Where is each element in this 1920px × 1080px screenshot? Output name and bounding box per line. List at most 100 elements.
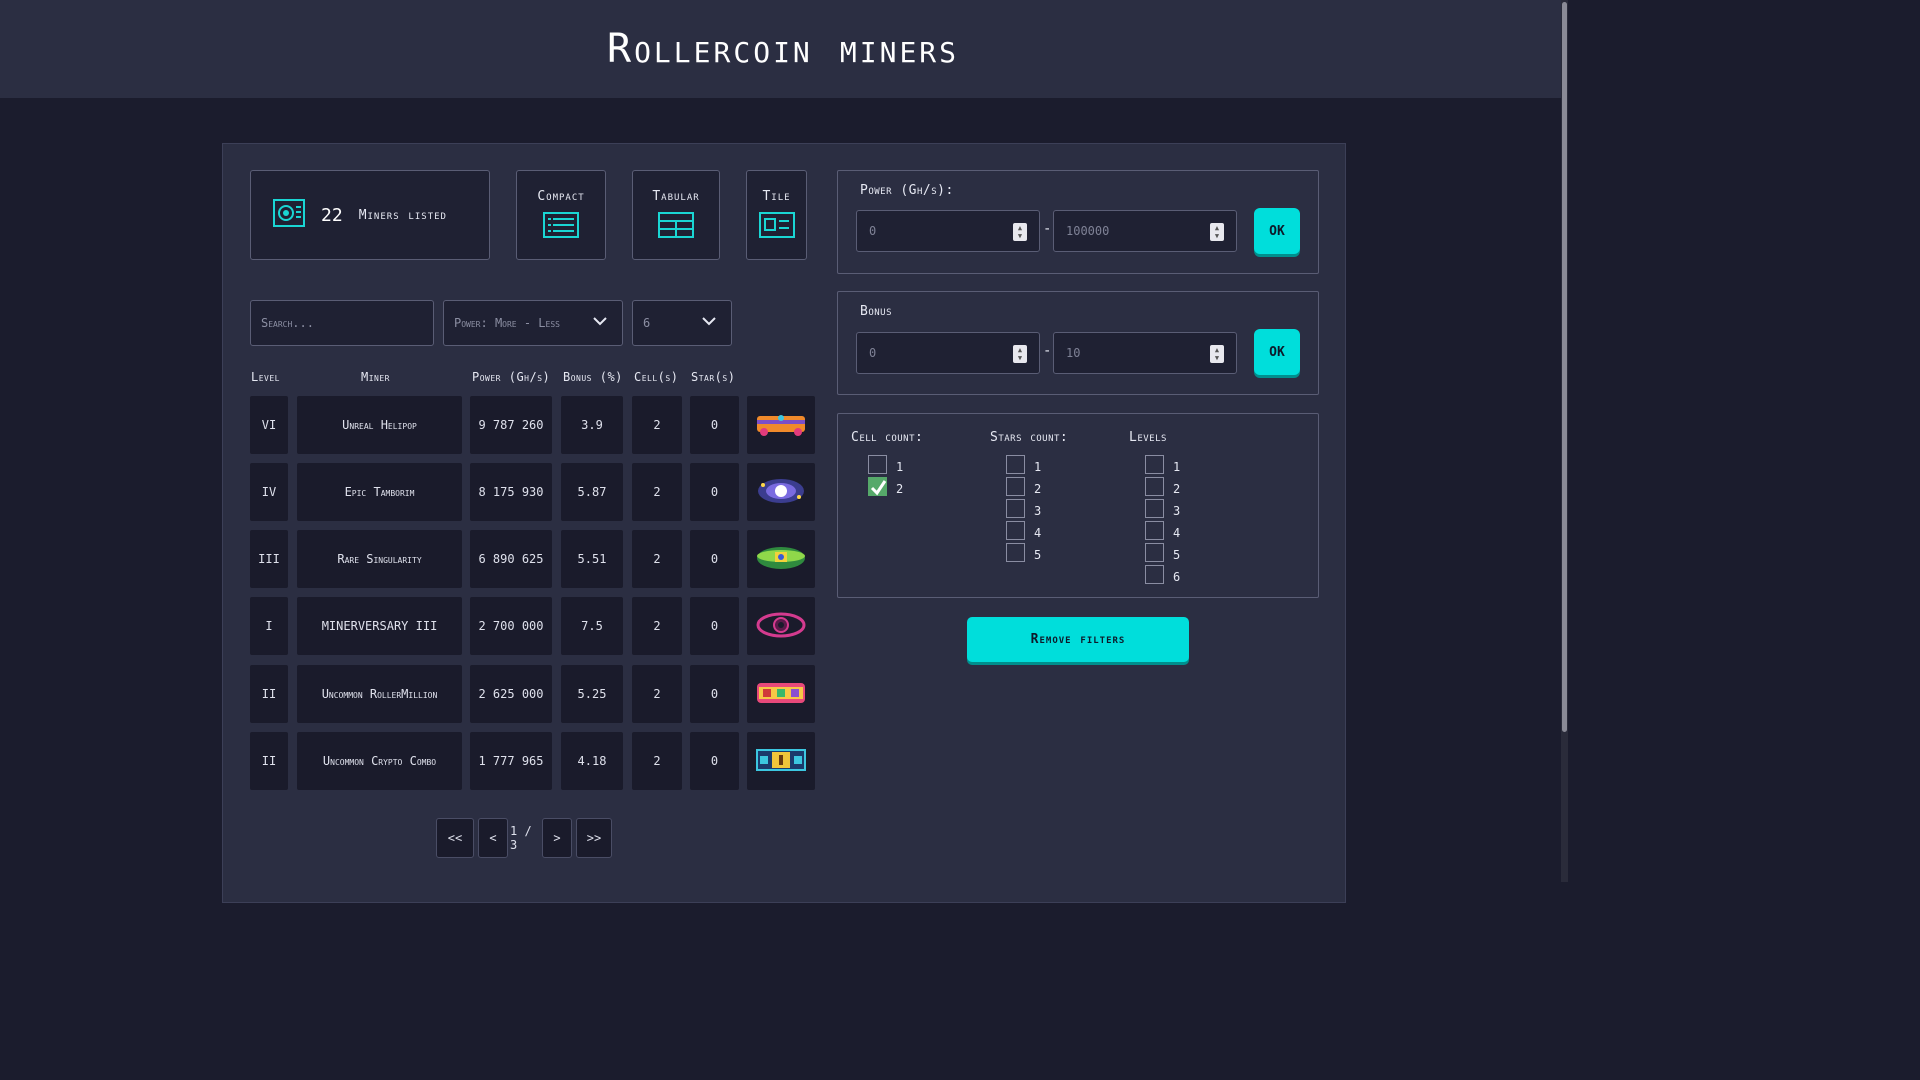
stars-count-checkbox-1[interactable] [1006,455,1025,474]
spinner-icon[interactable]: ▲ ▼ [1013,223,1027,241]
cell-bonus: 3.9 [561,396,623,454]
stars-count-label-5: 5 [1034,548,1042,562]
cell-power: 1 777 965 [470,732,552,790]
range-separator: - [1043,221,1052,237]
stars-count-label-2: 2 [1034,482,1042,496]
level-label-3: 3 [1173,504,1181,518]
power-filter-title: Power (Gh/s): [860,183,954,198]
col-header-cells: Cell(s) [634,370,679,384]
tile-icon [758,211,795,242]
helipop-icon [757,415,805,436]
last-page-button[interactable]: >> [576,818,612,858]
cell-image [747,665,815,723]
list-icon [543,211,579,242]
view-compact-button[interactable]: Compact [516,170,606,260]
remove-filters-button[interactable]: Remove filters [967,617,1189,662]
first-page-button[interactable]: << [436,818,474,858]
range-separator: - [1043,343,1052,359]
cell-cells: 2 [632,597,682,655]
check-icon [870,480,887,496]
power-max-input[interactable]: 100000 ▲ ▼ [1053,210,1237,252]
stars-count-label-4: 4 [1034,526,1042,540]
page-title: Rollercoin miners [606,26,960,72]
page-scrollbar[interactable] [1561,0,1568,882]
search-input[interactable]: Search... [250,300,434,346]
cell-bonus: 7.5 [561,597,623,655]
cell-count-label-2: 2 [896,482,904,496]
search-placeholder: Search... [261,316,314,330]
level-checkbox-4[interactable] [1145,521,1164,540]
cell-cells: 2 [632,463,682,521]
stars-count-checkbox-5[interactable] [1006,543,1025,562]
cell-miner: Epic Tamborim [297,463,462,521]
level-checkbox-5[interactable] [1145,543,1164,562]
cell-stars: 0 [690,463,739,521]
per-page-select[interactable]: 6 [632,300,732,346]
power-min-value: 0 [869,224,877,238]
cell-bonus: 5.51 [561,530,623,588]
cell-count-checkbox-2[interactable] [868,477,887,496]
cell-power: 2 625 000 [470,665,552,723]
cell-count-label-1: 1 [896,460,904,474]
power-max-value: 100000 [1066,224,1110,238]
cell-image [747,530,815,588]
view-tile-button[interactable]: Tile [746,170,807,260]
cell-level: IV [250,463,288,521]
sort-select[interactable]: Power: More - Less [443,300,623,346]
cell-power: 9 787 260 [470,396,552,454]
cell-stars: 0 [690,597,739,655]
cell-bonus: 4.18 [561,732,623,790]
level-label-4: 4 [1173,526,1181,540]
sort-value: Power: More - Less [454,316,560,330]
level-checkbox-1[interactable] [1145,455,1164,474]
next-page-button[interactable]: > [542,818,572,858]
tamborim-icon [758,479,804,503]
stars-count-checkbox-3[interactable] [1006,499,1025,518]
power-ok-button[interactable]: OK [1254,208,1300,254]
cell-level: II [250,665,288,723]
spinner-icon[interactable]: ▲ ▼ [1013,345,1027,363]
chevron-down-icon [701,313,717,332]
stars-count-checkbox-2[interactable] [1006,477,1025,496]
cell-miner: Unreal Helipop [297,396,462,454]
cell-stars: 0 [690,732,739,790]
header-bar: Rollercoin miners [0,0,1566,98]
col-header-stars: Star(s) [691,370,736,384]
bonus-max-input[interactable]: 10 ▲ ▼ [1053,332,1237,374]
main-panel: 22 Miners listed Compact Tabular Tile Se… [222,143,1346,903]
rollermillion-icon [757,683,805,703]
cell-stars: 0 [690,665,739,723]
bonus-min-input[interactable]: 0 ▲ ▼ [856,332,1040,374]
bonus-filter: Bonus 0 ▲ ▼ - 10 ▲ ▼ OK [837,291,1319,395]
cell-bonus: 5.25 [561,665,623,723]
stars-count-checkbox-4[interactable] [1006,521,1025,540]
cell-miner: Rare Singularity [297,530,462,588]
col-header-power: Power (Gh/s) [472,370,551,384]
minerversary-icon [756,612,806,638]
cell-count-title: Cell count: [851,430,924,445]
cell-power: 2 700 000 [470,597,552,655]
bonus-filter-title: Bonus [860,304,893,319]
crypto-combo-icon [756,749,806,771]
view-tabular-button[interactable]: Tabular [632,170,720,260]
spinner-icon[interactable]: ▲ ▼ [1210,345,1224,363]
power-min-input[interactable]: 0 ▲ ▼ [856,210,1040,252]
cell-stars: 0 [690,530,739,588]
bonus-ok-button[interactable]: OK [1254,329,1300,375]
scrollbar-thumb[interactable] [1562,2,1567,732]
level-checkbox-3[interactable] [1145,499,1164,518]
cell-cells: 2 [632,732,682,790]
level-checkbox-6[interactable] [1145,565,1164,584]
cell-count-checkbox-1[interactable] [868,455,887,474]
bonus-min-value: 0 [869,346,877,360]
cell-power: 6 890 625 [470,530,552,588]
checkbox-filters: Cell count: Stars count: Levels 1 2 1 2 … [837,413,1319,598]
stars-count-label-3: 3 [1034,504,1042,518]
cell-bonus: 5.87 [561,463,623,521]
spinner-icon[interactable]: ▲ ▼ [1210,223,1224,241]
level-checkbox-2[interactable] [1145,477,1164,496]
col-header-miner: Miner [361,370,390,384]
cell-level: I [250,597,288,655]
level-label-1: 1 [1173,460,1181,474]
prev-page-button[interactable]: < [478,818,508,858]
